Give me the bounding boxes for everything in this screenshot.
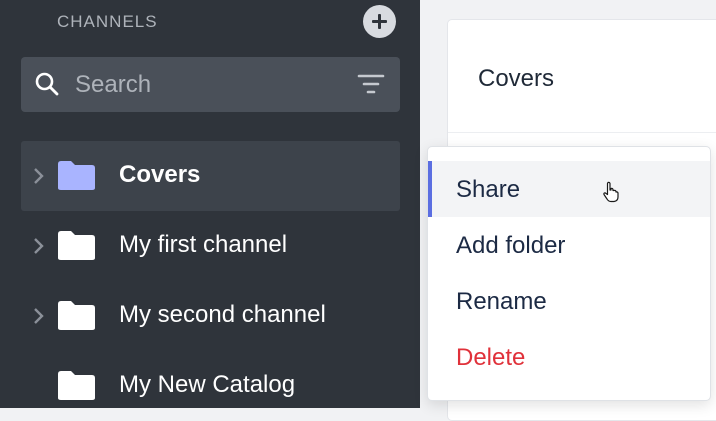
folder-icon	[58, 231, 95, 260]
context-menu: Share Add folder Rename Delete	[427, 146, 711, 401]
menu-item-label: Add folder	[456, 232, 566, 259]
menu-item-label: Delete	[456, 344, 526, 371]
channel-item-my-new-catalog[interactable]: My New Catalog	[21, 351, 400, 421]
channel-item-my-second-channel[interactable]: My second channel	[21, 281, 400, 351]
search-box[interactable]	[21, 57, 400, 112]
folder-icon	[58, 301, 95, 330]
menu-item-rename[interactable]: Rename	[428, 273, 710, 329]
chevron-right-icon[interactable]	[32, 306, 46, 326]
folder-icon	[58, 371, 95, 400]
menu-item-share[interactable]: Share	[428, 161, 710, 217]
menu-item-label: Rename	[456, 288, 547, 315]
chevron-right-icon[interactable]	[32, 166, 46, 186]
panel-title: Covers	[478, 65, 555, 92]
panel-divider	[448, 132, 716, 133]
channel-label: My New Catalog	[119, 371, 296, 398]
search-input[interactable]	[73, 67, 347, 103]
channel-item-covers[interactable]: Covers	[21, 141, 400, 211]
search-icon	[35, 72, 59, 96]
chevron-right-icon[interactable]	[32, 236, 46, 256]
menu-item-delete[interactable]: Delete	[428, 329, 710, 385]
add-channel-button[interactable]	[363, 5, 396, 38]
menu-item-label: Share	[456, 176, 521, 203]
channel-label: My first channel	[119, 231, 288, 258]
channels-header: CHANNELS	[57, 12, 158, 31]
menu-item-add-folder[interactable]: Add folder	[428, 217, 710, 273]
folder-icon	[58, 161, 95, 190]
channel-item-my-first-channel[interactable]: My first channel	[21, 211, 400, 281]
channels-sidebar: CHANNELS Covers My first channel	[0, 0, 420, 408]
channel-label: My second channel	[119, 301, 326, 328]
pointer-cursor-icon	[603, 181, 619, 203]
filter-icon[interactable]	[357, 72, 385, 96]
channel-label: Covers	[119, 161, 201, 188]
